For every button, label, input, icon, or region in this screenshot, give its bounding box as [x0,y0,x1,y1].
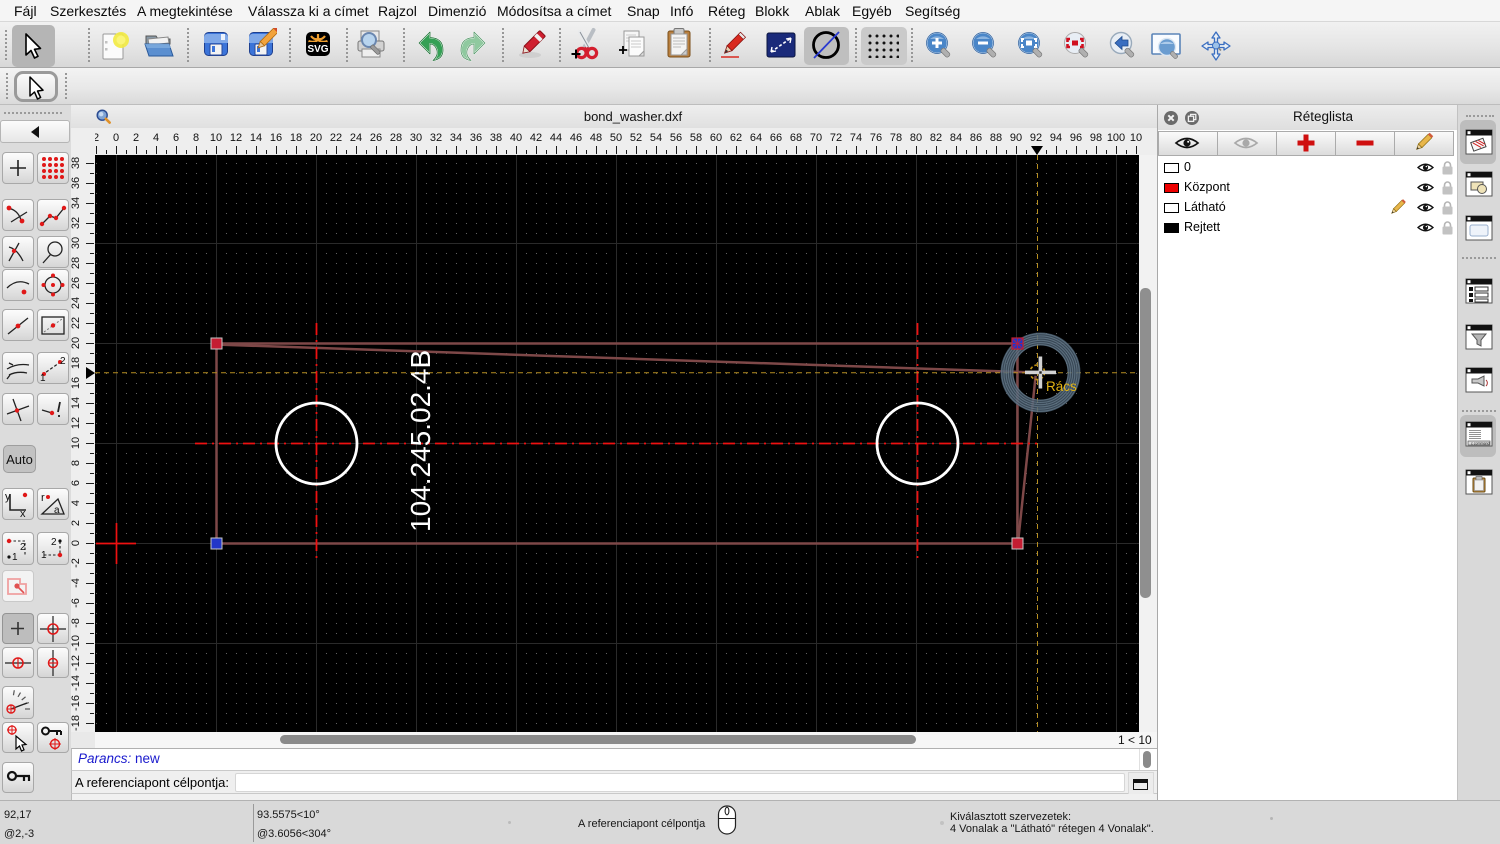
svg-text:-6: -6 [71,598,82,608]
svg-text:86: 86 [970,132,982,144]
svg-text:38: 38 [71,157,82,169]
svg-text:0: 0 [71,540,82,546]
svg-text:8: 8 [71,460,82,466]
svg-text:2: 2 [51,537,57,548]
svg-text:74: 74 [850,132,862,144]
svg-text:70: 70 [810,132,822,144]
svg-text:32: 32 [71,217,82,229]
svg-text:62: 62 [730,132,742,144]
svg-text:52: 52 [630,132,642,144]
svg-text:30: 30 [71,237,82,249]
svg-text:78: 78 [890,132,902,144]
svg-text:90: 90 [1010,132,1022,144]
svg-text:98: 98 [1090,132,1102,144]
svg-text:2: 2 [20,542,26,553]
svg-text:-14: -14 [71,675,82,691]
svg-text:26: 26 [71,277,82,289]
svg-text:46: 46 [570,132,582,144]
svg-text:104.245.02.4B: 104.245.02.4B [405,350,436,532]
svg-text:10: 10 [71,437,82,449]
svg-text:24: 24 [350,132,362,144]
svg-text:6: 6 [71,480,82,486]
svg-text:88: 88 [990,132,1002,144]
svg-text:16: 16 [71,377,82,389]
svg-text:r: r [41,492,45,504]
svg-text:38: 38 [490,132,502,144]
svg-text:1: 1 [40,373,46,383]
svg-text:22: 22 [71,317,82,329]
svg-text:c command: c command [1471,442,1490,446]
svg-text:-12: -12 [71,655,82,671]
svg-text:28: 28 [390,132,402,144]
svg-text:Rács: Rács [1046,379,1077,394]
svg-text:2: 2 [60,356,66,367]
svg-text:-8: -8 [71,618,82,628]
svg-text:-4: -4 [71,578,82,588]
svg-text:4: 4 [71,500,82,506]
svg-text:32: 32 [430,132,442,144]
svg-text:68: 68 [790,132,802,144]
svg-text:0: 0 [113,132,119,144]
svg-text:96: 96 [1070,132,1082,144]
svg-text:-2: -2 [71,558,82,568]
svg-text:20: 20 [71,337,82,349]
svg-text:64: 64 [750,132,762,144]
svg-text:SVG: SVG [307,44,328,55]
svg-text:8: 8 [193,132,199,144]
svg-text:100: 100 [1107,132,1125,144]
svg-text:12: 12 [71,417,82,429]
svg-text:22: 22 [330,132,342,144]
svg-text:42: 42 [530,132,542,144]
svg-text:58: 58 [690,132,702,144]
svg-text:18: 18 [290,132,302,144]
svg-text:-16: -16 [71,695,82,711]
svg-text:6: 6 [173,132,179,144]
svg-text:26: 26 [370,132,382,144]
svg-text:36: 36 [71,177,82,189]
svg-text:1: 1 [12,552,18,563]
svg-text:80: 80 [910,132,922,144]
svg-text:2: 2 [95,132,99,144]
svg-text:24: 24 [71,297,82,309]
svg-text:76: 76 [870,132,882,144]
svg-text:84: 84 [950,132,962,144]
svg-text:60: 60 [710,132,722,144]
svg-text:a: a [54,505,60,516]
svg-text:82: 82 [930,132,942,144]
svg-text:1: 1 [41,550,47,561]
svg-text:30: 30 [410,132,422,144]
svg-text:2: 2 [71,520,82,526]
svg-text:34: 34 [71,197,82,209]
svg-text:16: 16 [270,132,282,144]
svg-text:-10: -10 [71,635,82,651]
svg-text:10: 10 [1130,132,1142,144]
svg-text:34: 34 [450,132,462,144]
svg-text:10: 10 [210,132,222,144]
svg-text:20: 20 [310,132,322,144]
svg-text:14: 14 [71,397,82,409]
svg-text:36: 36 [470,132,482,144]
svg-text:28: 28 [71,257,82,269]
svg-text:2: 2 [133,132,139,144]
svg-text:40: 40 [510,132,522,144]
svg-text:44: 44 [550,132,562,144]
svg-text:72: 72 [830,132,842,144]
svg-text:56: 56 [670,132,682,144]
svg-text:4: 4 [153,132,159,144]
svg-text:92: 92 [1030,132,1042,144]
svg-text:66: 66 [770,132,782,144]
svg-text:12: 12 [230,132,242,144]
svg-text:94: 94 [1050,132,1062,144]
svg-text:-18: -18 [71,715,82,731]
svg-text:48: 48 [590,132,602,144]
svg-text:x: x [20,508,26,519]
svg-text:14: 14 [250,132,262,144]
svg-text:54: 54 [650,132,662,144]
svg-text:50: 50 [610,132,622,144]
svg-text:18: 18 [71,357,82,369]
